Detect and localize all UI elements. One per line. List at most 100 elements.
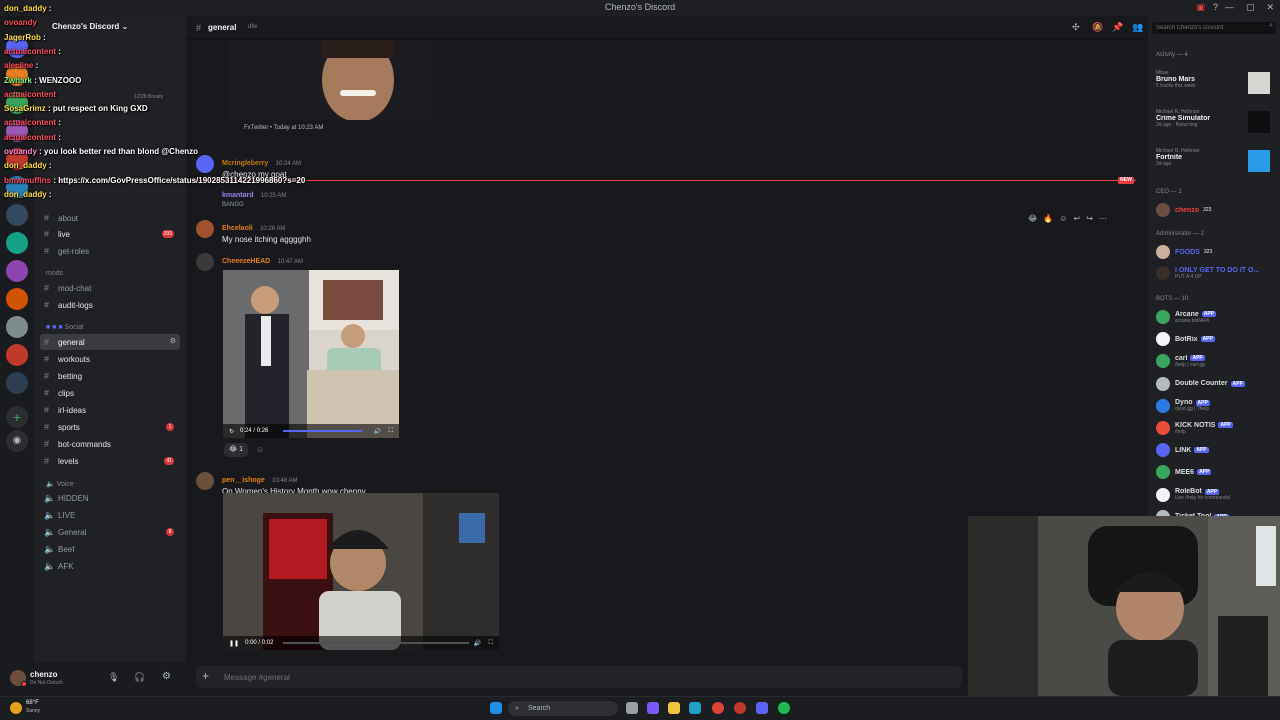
help-icon[interactable]: ? xyxy=(1213,2,1218,13)
voice-channel-general[interactable]: 🔈 General 8 xyxy=(40,524,180,540)
server-icon[interactable] xyxy=(6,344,28,366)
avatar[interactable] xyxy=(196,472,214,490)
message-actions: 😂 🔥 ☺ ↩ ↪ ⋯ xyxy=(1028,211,1132,225)
maximize-button[interactable]: ▢ xyxy=(1246,2,1255,13)
discover-icon[interactable]: ◉ xyxy=(6,430,28,452)
more-icon[interactable]: ⋯ xyxy=(1099,214,1107,223)
add-server-icon[interactable]: + xyxy=(6,406,28,428)
channel-get-roles[interactable]: # get-roles xyxy=(40,243,180,259)
fullscreen-icon[interactable]: ⛶ xyxy=(389,428,393,435)
taskbar-search[interactable]: ⌕ Search xyxy=(508,701,618,716)
add-attachment-icon[interactable]: + xyxy=(202,669,209,683)
notifications-icon[interactable]: 🔕 xyxy=(1092,22,1103,33)
task-view-icon[interactable] xyxy=(626,702,638,714)
stream-chat-line: actualcontent xyxy=(4,90,56,99)
bot-member-item[interactable]: Arcane APP arcane.bot/AFK xyxy=(1156,308,1276,326)
bot-member-item[interactable]: RoleBot APP Use /help for commands! xyxy=(1156,486,1276,504)
avatar[interactable] xyxy=(196,220,214,238)
member-item[interactable]: I ONLY GET TO DO IT O... PUT A 4 UP xyxy=(1156,263,1276,283)
channel-workouts[interactable]: # workouts xyxy=(40,351,180,367)
video-attachment[interactable]: ❚❚ 0:00 / 0:02 🔊 ⛶ xyxy=(223,493,499,650)
user-settings-icon[interactable]: ⚙ xyxy=(162,671,171,682)
headphones-icon[interactable]: 🎧 xyxy=(134,672,145,683)
video-progress-track[interactable] xyxy=(283,642,469,644)
category-social[interactable]: ■ ■ ■ Social xyxy=(46,324,84,331)
volume-icon[interactable]: 🔊 xyxy=(374,428,381,435)
spotify-icon[interactable] xyxy=(778,702,790,714)
pause-icon[interactable]: ❚❚ xyxy=(229,640,239,647)
bot-member-item[interactable]: BotRix APP xyxy=(1156,330,1276,348)
voice-channel-live[interactable]: 🔈 LIVE xyxy=(40,507,180,523)
channel-settings-icon[interactable]: ⚙ xyxy=(170,337,176,345)
server-icon[interactable] xyxy=(6,260,28,282)
username[interactable]: chenzo xyxy=(30,670,58,679)
replay-icon[interactable]: ↻ xyxy=(229,428,234,435)
weather-icon[interactable] xyxy=(10,702,22,714)
message-author[interactable]: CheeezeHEAD xyxy=(222,258,270,265)
message-input[interactable] xyxy=(224,670,924,684)
windows-start-icon[interactable] xyxy=(490,702,502,714)
add-reaction-icon[interactable]: ☺ xyxy=(1059,214,1067,223)
channel-clips[interactable]: # clips xyxy=(40,385,180,401)
channel-irl-ideas[interactable]: # irl-ideas xyxy=(40,402,180,418)
copilot-icon[interactable] xyxy=(647,702,659,714)
microphone-icon[interactable]: 🎙 xyxy=(108,672,119,683)
channel-mod-chat[interactable]: # mod-chat xyxy=(40,280,180,296)
activity-header: Activity — 4 xyxy=(1156,52,1188,58)
bot-member-item[interactable]: carl APP/help | carl.gg xyxy=(1156,352,1276,370)
forward-icon[interactable]: ↪ xyxy=(1086,214,1093,223)
channel-bot-commands[interactable]: # bot-commands xyxy=(40,436,180,452)
stream-chat-user: alecline xyxy=(4,61,34,71)
message-author[interactable]: Ehcelaoli xyxy=(222,225,253,232)
reply-icon[interactable]: ↩ xyxy=(1074,214,1081,223)
server-icon[interactable] xyxy=(6,288,28,310)
channel-live[interactable]: # live 293 xyxy=(40,226,180,242)
app-icon[interactable] xyxy=(734,702,746,714)
avatar[interactable] xyxy=(196,253,214,271)
threads-icon[interactable]: ✣ xyxy=(1072,22,1080,33)
category-mods[interactable]: mods xyxy=(46,270,63,277)
bot-member-item[interactable]: KICK NOTIS APP/help xyxy=(1156,419,1276,437)
bot-member-item[interactable]: MEE6 APP xyxy=(1156,463,1276,481)
inbox-icon[interactable]: ▣ xyxy=(1196,2,1205,13)
channel-general[interactable]: # general ⚙ xyxy=(40,334,180,350)
reaction-chip[interactable]: 😂 1 xyxy=(224,443,249,457)
message-author[interactable]: pen__ishoge xyxy=(222,477,265,484)
voice-channel-beef[interactable]: 🔈 Beef xyxy=(40,541,180,557)
message-time: 10:47 AM xyxy=(277,259,303,265)
volume-icon[interactable]: 🔊 xyxy=(474,640,481,647)
voice-channel-afk[interactable]: 🔈 AFK xyxy=(40,558,180,574)
minimize-button[interactable]: — xyxy=(1225,2,1234,13)
channel-audit-logs[interactable]: # audit-logs xyxy=(40,297,180,313)
emoji-reaction-icon[interactable]: 🔥 xyxy=(1043,214,1053,223)
close-button[interactable]: ✕ xyxy=(1266,2,1274,13)
bot-member-item[interactable]: Dyno APP dyno.gg | ?help xyxy=(1156,397,1276,415)
channel-betting[interactable]: # betting xyxy=(40,368,180,384)
file-explorer-icon[interactable] xyxy=(668,702,680,714)
hash-icon: # xyxy=(44,388,50,398)
add-reaction-icon[interactable]: ☺ xyxy=(256,445,264,454)
member-list-icon[interactable]: 👥 xyxy=(1132,22,1143,33)
server-icon[interactable] xyxy=(6,232,28,254)
video-progress-track[interactable] xyxy=(283,430,369,432)
pin-icon[interactable]: 📌 xyxy=(1112,22,1123,33)
server-icon[interactable] xyxy=(6,372,28,394)
channel-levels[interactable]: # levels 41 xyxy=(40,453,180,469)
video-attachment[interactable]: ↻ 0:24 / 0:26 🔊 ⛶ xyxy=(223,270,399,438)
channel-sports[interactable]: # sports 1 xyxy=(40,419,180,435)
search-box[interactable]: ⌕ xyxy=(1152,22,1276,34)
member-badge: 323 xyxy=(1203,207,1212,213)
search-input[interactable] xyxy=(1156,23,1260,33)
bot-member-item[interactable]: LINK APP xyxy=(1156,441,1276,459)
fullscreen-icon[interactable]: ⛶ xyxy=(489,640,493,647)
chrome-icon[interactable] xyxy=(712,702,724,714)
server-icon[interactable] xyxy=(6,316,28,338)
voice-channel-hidden[interactable]: 🔈 HIDDEN xyxy=(40,490,180,506)
member-item[interactable]: FOODS 323 xyxy=(1156,243,1276,261)
emoji-reaction-icon[interactable]: 😂 xyxy=(1028,214,1037,223)
edge-icon[interactable] xyxy=(689,702,701,714)
member-item[interactable]: chenzo 323 xyxy=(1156,201,1276,219)
category-voice[interactable]: 🔈 Voice xyxy=(46,480,74,488)
bot-member-item[interactable]: Double Counter APP xyxy=(1156,375,1276,393)
discord-icon[interactable] xyxy=(756,702,768,714)
